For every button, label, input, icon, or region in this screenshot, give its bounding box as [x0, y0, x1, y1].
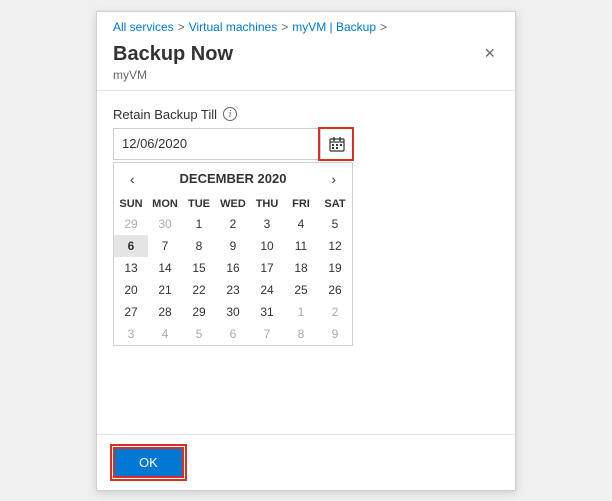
panel-subtitle: myVM	[113, 68, 233, 82]
panel-header: Backup Now myVM ×	[97, 34, 515, 91]
calendar-day[interactable]: 6	[114, 235, 148, 257]
calendar-day[interactable]: 22	[182, 279, 216, 301]
calendar-day[interactable]: 11	[284, 235, 318, 257]
day-header: THU	[250, 195, 284, 213]
calendar-day[interactable]: 8	[284, 323, 318, 345]
calendar-prev-button[interactable]: ‹	[124, 169, 141, 189]
calendar-grid: SUNMONTUEWEDTHUFRISAT 293012345678910111…	[114, 195, 352, 345]
day-header: SUN	[114, 195, 148, 213]
calendar-day[interactable]: 7	[250, 323, 284, 345]
calendar-day[interactable]: 14	[148, 257, 182, 279]
calendar-week-row: 20212223242526	[114, 279, 352, 301]
calendar-day[interactable]: 15	[182, 257, 216, 279]
ok-button[interactable]: OK	[113, 447, 184, 478]
calendar-week-row: 272829303112	[114, 301, 352, 323]
calendar-day[interactable]: 24	[250, 279, 284, 301]
calendar-day[interactable]: 28	[148, 301, 182, 323]
calendar-day[interactable]: 12	[318, 235, 352, 257]
retain-label-row: Retain Backup Till i	[113, 107, 499, 122]
calendar-day[interactable]: 2	[318, 301, 352, 323]
calendar-day[interactable]: 25	[284, 279, 318, 301]
calendar-day[interactable]: 1	[182, 213, 216, 235]
calendar-day[interactable]: 13	[114, 257, 148, 279]
calendar-day[interactable]: 6	[216, 323, 250, 345]
calendar-day[interactable]: 9	[216, 235, 250, 257]
calendar-day[interactable]: 8	[182, 235, 216, 257]
breadcrumb: All services > Virtual machines > myVM |…	[97, 12, 515, 34]
calendar-day[interactable]: 30	[216, 301, 250, 323]
calendar-day[interactable]: 29	[182, 301, 216, 323]
calendar-toggle-button[interactable]	[320, 129, 352, 159]
date-input-row	[113, 128, 353, 160]
day-header: MON	[148, 195, 182, 213]
calendar-day[interactable]: 17	[250, 257, 284, 279]
calendar-day[interactable]: 30	[148, 213, 182, 235]
calendar-day[interactable]: 20	[114, 279, 148, 301]
day-header: SAT	[318, 195, 352, 213]
calendar-day[interactable]: 29	[114, 213, 148, 235]
day-header: WED	[216, 195, 250, 213]
breadcrumb-virtual-machines[interactable]: Virtual machines	[189, 20, 278, 34]
calendar-icon	[329, 136, 345, 152]
day-header: FRI	[284, 195, 318, 213]
retain-label: Retain Backup Till	[113, 107, 217, 122]
panel-footer: OK	[97, 434, 515, 490]
calendar-day[interactable]: 7	[148, 235, 182, 257]
calendar-day[interactable]: 2	[216, 213, 250, 235]
breadcrumb-sep-1: >	[178, 20, 185, 34]
calendar-day[interactable]: 18	[284, 257, 318, 279]
backup-panel: All services > Virtual machines > myVM |…	[96, 11, 516, 491]
calendar-day[interactable]: 31	[250, 301, 284, 323]
calendar-day[interactable]: 27	[114, 301, 148, 323]
calendar-week-row: 3456789	[114, 323, 352, 345]
calendar-widget: ‹ DECEMBER 2020 › SUNMONTUEWEDTHUFRISAT …	[113, 162, 353, 346]
calendar-day[interactable]: 4	[284, 213, 318, 235]
page-title: Backup Now	[113, 42, 233, 66]
calendar-day[interactable]: 19	[318, 257, 352, 279]
calendar-header: ‹ DECEMBER 2020 ›	[114, 163, 352, 195]
calendar-next-button[interactable]: ›	[325, 169, 342, 189]
calendar-week-row: 6789101112	[114, 235, 352, 257]
info-icon[interactable]: i	[223, 107, 237, 121]
calendar-day[interactable]: 3	[250, 213, 284, 235]
calendar-day[interactable]: 23	[216, 279, 250, 301]
calendar-day[interactable]: 5	[318, 213, 352, 235]
date-input[interactable]	[114, 129, 320, 159]
panel-body: Retain Backup Till i	[97, 91, 515, 434]
calendar-day[interactable]: 3	[114, 323, 148, 345]
breadcrumb-sep-3: >	[380, 20, 387, 34]
calendar-day[interactable]: 10	[250, 235, 284, 257]
breadcrumb-myvm-backup[interactable]: myVM | Backup	[292, 20, 376, 34]
calendar-week-row: 293012345	[114, 213, 352, 235]
panel-title-block: Backup Now myVM	[113, 42, 233, 82]
breadcrumb-sep-2: >	[281, 20, 288, 34]
calendar-day[interactable]: 21	[148, 279, 182, 301]
calendar-day[interactable]: 5	[182, 323, 216, 345]
calendar-body: 2930123456789101112131415161718192021222…	[114, 213, 352, 345]
calendar-day[interactable]: 4	[148, 323, 182, 345]
calendar-week-row: 13141516171819	[114, 257, 352, 279]
calendar-month-year: DECEMBER 2020	[180, 171, 287, 186]
day-header: TUE	[182, 195, 216, 213]
calendar-day-headers: SUNMONTUEWEDTHUFRISAT	[114, 195, 352, 213]
calendar-day[interactable]: 1	[284, 301, 318, 323]
breadcrumb-all-services[interactable]: All services	[113, 20, 174, 34]
calendar-day[interactable]: 9	[318, 323, 352, 345]
calendar-day[interactable]: 16	[216, 257, 250, 279]
calendar-day[interactable]: 26	[318, 279, 352, 301]
close-button[interactable]: ×	[480, 42, 499, 64]
